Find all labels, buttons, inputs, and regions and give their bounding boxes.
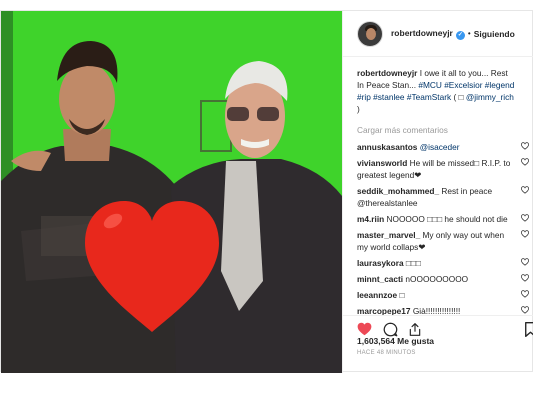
- comment-item: laurasykora □□□: [357, 257, 529, 269]
- comment-like-icon[interactable]: [521, 306, 529, 314]
- comment-like-icon[interactable]: [521, 142, 529, 150]
- comment-item: marcopepe17 Già!!!!!!!!!!!!!!!: [357, 305, 529, 315]
- separator-dot: •: [467, 29, 471, 38]
- photo-illustration: [1, 11, 342, 373]
- comment-item: leeannzoe □: [357, 289, 529, 301]
- comment-item: annuskasantos @isaceder: [357, 141, 529, 153]
- comment-like-icon[interactable]: [521, 290, 529, 298]
- header-username[interactable]: robertdowneyjr: [391, 28, 453, 38]
- share-icon[interactable]: [408, 322, 422, 337]
- comments-list[interactable]: robertdowneyjr I owe it all to you... Re…: [343, 67, 533, 315]
- comment-text: □□□: [405, 258, 421, 268]
- hashtag[interactable]: #TeamStark: [407, 92, 451, 102]
- load-more-comments[interactable]: Cargar más comentarios: [357, 125, 515, 135]
- comment-like-icon[interactable]: [521, 158, 529, 166]
- hashtag[interactable]: #stanlee: [373, 92, 404, 102]
- comment-username[interactable]: leeannzoe: [357, 290, 397, 300]
- caption-tail-close: ): [357, 104, 360, 114]
- comment-like-icon[interactable]: [521, 230, 529, 238]
- comment-item: m4.riin NOOOOO □□□ he should not die: [357, 213, 529, 225]
- comment-like-icon[interactable]: [521, 274, 529, 282]
- hashtag[interactable]: #MCU: [418, 80, 442, 90]
- instagram-post: robertdowneyjr ✓ • Siguiendo robertdowney…: [0, 10, 533, 373]
- hashtag[interactable]: #rip: [357, 92, 371, 102]
- caption-mention[interactable]: @jimmy_rich: [466, 92, 514, 102]
- comment-like-icon[interactable]: [521, 186, 529, 194]
- comment-username[interactable]: annuskasantos: [357, 142, 417, 152]
- comment-item: master_marvel_ My only way out when my w…: [357, 229, 529, 253]
- hashtag[interactable]: #Excelsior: [444, 80, 482, 90]
- avatar[interactable]: [357, 20, 383, 47]
- comment-username[interactable]: m4.riin: [357, 214, 384, 224]
- caption-emoji: □: [458, 92, 464, 102]
- comment-item: viviansworld He will be missed□ R.I.P. t…: [357, 157, 529, 181]
- comment-item: seddik_mohammed_ Rest in peace @thereals…: [357, 185, 529, 209]
- bookmark-icon[interactable]: [525, 322, 533, 337]
- comment-username[interactable]: seddik_mohammed_: [357, 186, 439, 196]
- post-side-panel: robertdowneyjr ✓ • Siguiendo robertdowney…: [342, 11, 533, 373]
- comment-username[interactable]: laurasykora: [357, 258, 404, 268]
- comment-text: NOOOOO □□□ he should not die: [386, 214, 508, 224]
- post-header: robertdowneyjr ✓ • Siguiendo: [343, 11, 533, 57]
- comment-item: minnt_cacti nOOOOOOOOO: [357, 273, 529, 285]
- post-photo[interactable]: [1, 11, 342, 373]
- comment-like-icon[interactable]: [521, 258, 529, 266]
- comment-text: Già!!!!!!!!!!!!!!!: [412, 306, 461, 315]
- heart-filled-icon[interactable]: [357, 322, 372, 336]
- comment-username[interactable]: marcopepe17: [357, 306, 411, 315]
- comment-text[interactable]: @isaceder: [420, 142, 460, 152]
- caption-username[interactable]: robertdowneyjr: [357, 68, 417, 78]
- comment-icon[interactable]: [383, 322, 398, 337]
- comment-username[interactable]: viviansworld: [357, 158, 407, 168]
- likes-count[interactable]: 1,603,564 Me gusta: [357, 336, 434, 346]
- verified-badge-icon: ✓: [455, 30, 465, 40]
- comment-text: nOOOOOOOOO: [405, 274, 469, 284]
- post-caption: robertdowneyjr I owe it all to you... Re…: [357, 67, 515, 115]
- comment-username[interactable]: master_marvel_: [357, 230, 420, 240]
- comment-text: □: [399, 290, 405, 300]
- comment-like-icon[interactable]: [521, 214, 529, 222]
- comment-username[interactable]: minnt_cacti: [357, 274, 403, 284]
- hashtag[interactable]: #legend: [485, 80, 515, 90]
- post-timestamp: HACE 48 MINUTOS: [357, 350, 416, 356]
- follow-status-button[interactable]: Siguiendo: [474, 29, 515, 39]
